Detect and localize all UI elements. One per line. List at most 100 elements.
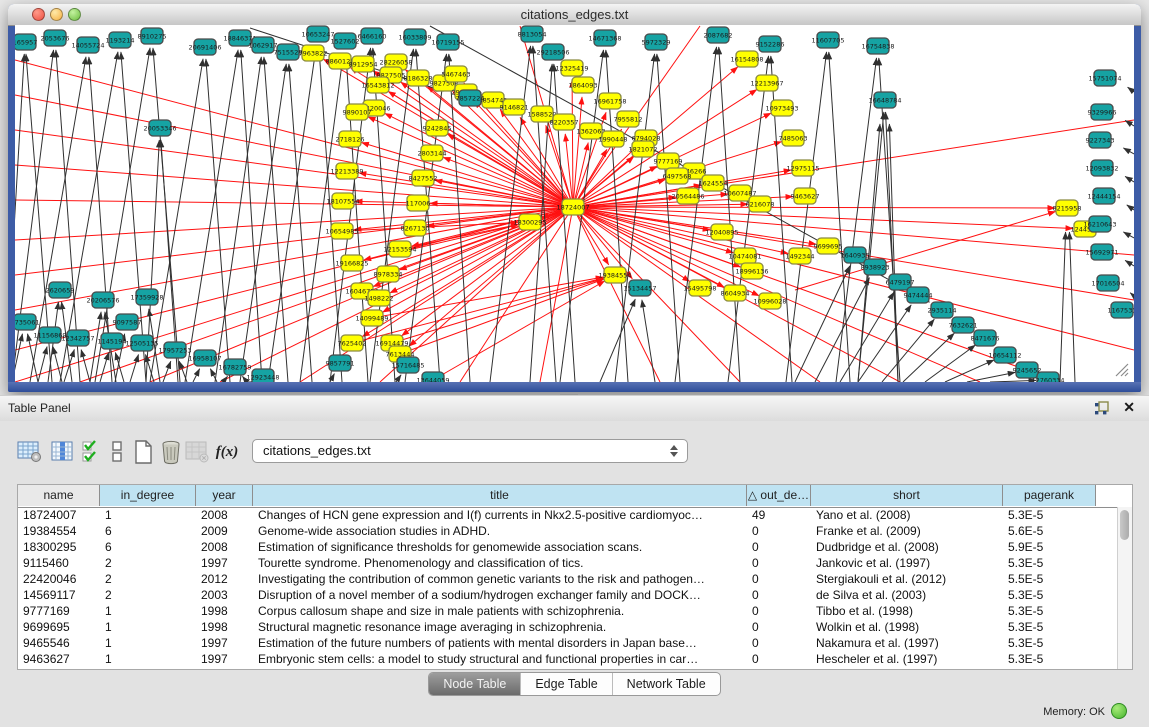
graph-node[interactable]: 9152286 [756,36,785,52]
graph-node[interactable]: 6216078 [746,196,775,212]
graph-node[interactable]: 18996136 [735,263,768,279]
table-row[interactable]: 1872400712008Changes of HCN gene express… [18,507,1118,523]
graph-node[interactable]: 8186328 [404,70,433,86]
table-row[interactable]: 969969511998Structural magnetic resonanc… [18,619,1118,635]
graph-node[interactable]: 9777169 [654,153,683,169]
graph-node[interactable]: 9857791 [326,355,355,371]
graph-node[interactable]: 16648784 [868,92,901,108]
column-header-name[interactable]: name [18,485,100,506]
graph-node[interactable]: 1193214 [106,32,135,48]
graph-node[interactable]: 8813054 [518,26,547,42]
select-column-icon[interactable] [48,437,78,467]
graph-node[interactable]: 6497568 [663,168,692,184]
graph-node[interactable]: 15692971 [1085,244,1118,260]
graph-node[interactable]: 7632621 [949,317,978,333]
graph-node[interactable]: 165957 [15,34,37,50]
graph-node[interactable]: 2087682 [704,27,733,43]
graph-node[interactable]: 10474081 [728,248,761,264]
graph-node[interactable]: 2803144 [418,145,447,161]
function-builder-icon[interactable]: f(x) [212,437,242,467]
graph-node[interactable]: 1990448 [599,131,628,147]
graph-node[interactable]: 16154808 [730,51,763,67]
graph-node[interactable]: 8978334 [374,266,403,282]
graph-node[interactable]: 17359928 [130,289,163,305]
graph-node[interactable]: 1167533 [1108,302,1134,318]
graph-node[interactable]: 8604934 [721,285,750,301]
column-header-out_de[interactable]: △ out_de… [747,485,811,506]
graph-node[interactable]: 8427552 [409,170,438,186]
graph-node[interactable]: 19384554 [598,267,631,283]
graph-node[interactable]: 8267130 [401,220,430,236]
graph-node[interactable]: 8220357 [550,114,579,130]
graph-node[interactable]: 7963822 [299,45,328,61]
tab-network-table[interactable]: Network Table [613,673,720,695]
graph-node[interactable]: 14671368 [588,30,621,46]
graph-node[interactable]: 15751074 [1088,70,1121,86]
graph-node[interactable]: 117006 [406,195,431,211]
table-row[interactable]: 946554611997Estimation of the future num… [18,635,1118,651]
graph-node[interactable]: 1864093 [569,77,598,93]
graph-node[interactable]: 1527602 [331,33,360,49]
table-settings-icon[interactable] [15,437,45,467]
graph-node[interactable]: 1821072 [629,141,658,157]
column-header-year[interactable]: year [196,485,253,506]
graph-node[interactable]: 12213967 [750,75,783,91]
graph-node[interactable]: 1145194 [98,333,127,349]
close-panel-icon[interactable]: ✕ [1123,399,1135,416]
graph-node[interactable]: 20206576 [86,292,119,308]
graph-node[interactable]: 9146821 [500,99,529,115]
citation-network-graph[interactable]: 1830029519384554796382288601288912954282… [15,25,1134,382]
graph-node[interactable]: 1735061 [15,314,39,330]
graph-node[interactable]: 9097587 [113,314,142,330]
graph-node[interactable]: 20053346 [143,120,176,136]
graph-node[interactable]: 9474444 [904,287,933,303]
graph-node[interactable]: 15134457 [623,280,656,296]
graph-node[interactable]: 12093832 [1085,160,1118,176]
table-selector-dropdown[interactable]: citations_edges.txt [252,439,688,463]
graph-node[interactable]: 10719155 [431,34,464,50]
graph-node[interactable]: 7955812 [614,111,643,127]
graph-node[interactable]: 20691406 [188,39,221,55]
float-window-icon[interactable] [1094,401,1109,416]
graph-node[interactable]: 2053676 [41,30,70,46]
graph-node[interactable]: 9242845 [423,120,452,136]
graph-node[interactable]: 16754838 [861,38,894,54]
graph-node[interactable]: 2718126 [336,131,365,147]
graph-node[interactable]: 1492344 [786,248,815,264]
canvas-resize-grip-icon[interactable] [1112,360,1132,380]
column-header-pagerank[interactable]: pagerank [1003,485,1096,506]
graph-node[interactable]: 11607705 [811,32,844,48]
graph-node[interactable]: 17016504 [1091,275,1124,291]
table-row[interactable]: 1830029562008Estimation of significance … [18,539,1118,555]
graph-node[interactable]: 9227343 [1086,132,1115,148]
graph-node[interactable]: 29218506 [536,44,569,60]
table-row[interactable]: 977716911998Corpus callosum shape and si… [18,603,1118,619]
table-row[interactable]: 2242004622012Investigating the contribut… [18,571,1118,587]
graph-node[interactable]: 5972329 [642,34,671,50]
graph-node[interactable]: 19166825 [335,255,368,271]
graph-node[interactable]: 12213389 [330,163,363,179]
graph-node[interactable]: 9329966 [1088,104,1117,120]
graph-node[interactable]: 5467463 [442,66,471,82]
window-titlebar[interactable]: citations_edges.txt [8,4,1141,26]
column-header-short[interactable]: short [811,485,1003,506]
graph-node[interactable]: 9463627 [791,188,820,204]
graph-node[interactable]: 2620659 [46,282,75,298]
table-scrollbar[interactable] [1117,507,1132,669]
graph-node[interactable]: 2935114 [928,302,957,318]
scrollbar-thumb[interactable] [1120,510,1129,540]
graph-node[interactable]: 7625402 [338,335,367,351]
graph-node[interactable]: 7485063 [779,130,808,146]
tab-node-table[interactable]: Node Table [429,673,521,695]
graph-node[interactable]: 8938923 [861,259,890,275]
graph-node[interactable]: 7515528 [274,44,303,60]
graph-node[interactable]: 12040895 [705,224,738,240]
graph-node[interactable]: 6466160 [358,28,387,44]
graph-node[interactable]: 8912954 [349,56,378,72]
table-row[interactable]: 946362711997Embryonic stem cells: a mode… [18,651,1118,667]
graph-node[interactable]: 16961758 [593,93,626,109]
table-row[interactable]: 911546021997Tourette syndrome. Phenomeno… [18,555,1118,571]
tab-edge-table[interactable]: Edge Table [521,673,612,695]
graph-node[interactable]: 8910275 [138,28,167,44]
graph-node[interactable]: 12444154 [1087,188,1120,204]
